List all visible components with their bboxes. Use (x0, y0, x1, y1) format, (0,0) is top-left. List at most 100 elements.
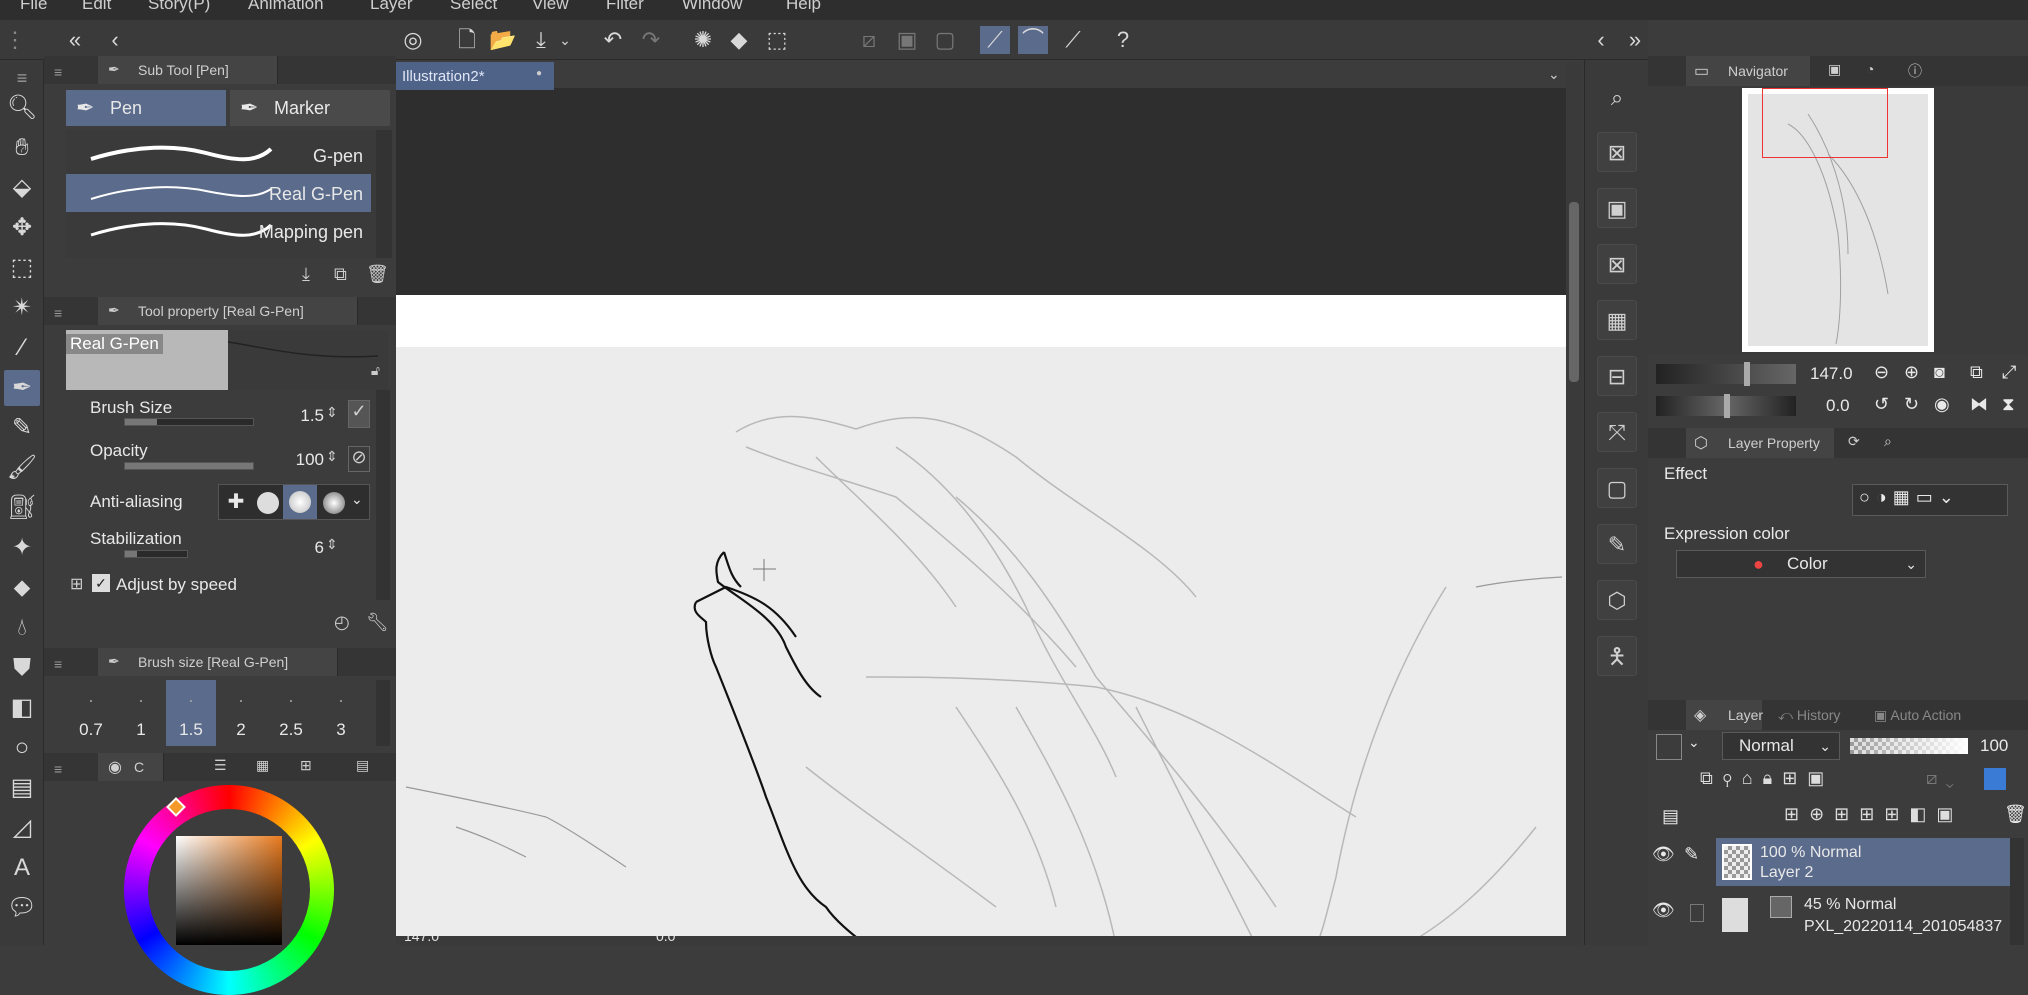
approximate-color-icon[interactable]: ▤ (356, 757, 369, 774)
delete-layer-icon[interactable]: 🗑︎ (2004, 804, 2027, 825)
rotate-left-icon[interactable]: ↺ (1874, 394, 1889, 415)
effect-buttons[interactable]: ○◑▦▭⌄ (1852, 484, 2008, 516)
sub-view-icon[interactable]: ▣ (1828, 61, 1841, 78)
tab-pen[interactable]: ✒︎ Pen (66, 90, 226, 126)
zoom-in-icon[interactable]: ⊕ (1904, 362, 1919, 383)
text-tool-icon[interactable]: A (4, 850, 40, 886)
brush-size-cell[interactable]: 2 (216, 680, 266, 746)
reset-icon[interactable]: ◴ (334, 612, 350, 633)
chevron-down-icon[interactable]: ⌄ (351, 491, 363, 508)
layer-search-icon[interactable]: ⌕ (1884, 433, 1892, 450)
stabilization-value[interactable]: 6 (270, 538, 324, 558)
layer-lock-icons[interactable]: ⧉⚲⌂🔒︎⊞▣ (1700, 768, 1834, 789)
edit-icon[interactable]: ✎ (1597, 524, 1637, 564)
navigator-viewport-frame[interactable] (1762, 88, 1888, 158)
trash-icon[interactable]: 🗑︎ (366, 264, 389, 285)
collapse-left-icon[interactable]: « (60, 26, 90, 54)
search-icon[interactable]: ⌕ (1597, 78, 1637, 118)
rotate-right-icon[interactable]: ↻ (1904, 394, 1919, 415)
pen-edit-icon[interactable]: ✎ (1684, 844, 1699, 865)
magic-wand-icon[interactable]: ✴ (4, 290, 40, 326)
flip-horizontal-icon[interactable]: ⧓ (1970, 394, 1988, 415)
zoom-reset-icon[interactable]: ◙ (1934, 362, 1945, 383)
save-layer-icon[interactable]: ▣ (1597, 188, 1637, 228)
brush-size-tab[interactable]: Brush size [Real G-Pen] (98, 648, 338, 676)
menu-filter[interactable]: Filter (606, 0, 644, 14)
layer-row-layer-2[interactable]: 100 % Normal Layer 2 (1716, 838, 2014, 886)
zoom-tool-icon[interactable]: 🔍︎ (4, 90, 40, 126)
chevron-down-icon[interactable]: ⌄ (1548, 66, 1560, 83)
brush-size-value[interactable]: 1.5 (270, 406, 324, 426)
rotation-value[interactable]: 0.0 (1826, 396, 1850, 416)
stabilization-slider[interactable] (124, 550, 188, 558)
brush-size-cell[interactable]: 1 (116, 680, 166, 746)
clip-studio-icon[interactable]: ◎ (398, 26, 428, 54)
balloon-tool-icon[interactable]: 💬︎ (4, 890, 40, 926)
antialias-weak-icon[interactable] (257, 492, 279, 514)
download-icon[interactable]: ⤓ (302, 264, 310, 285)
copy-icon[interactable]: ⧉ (334, 264, 347, 285)
opacity-toggle-icon[interactable]: ⊘ (348, 446, 370, 472)
stepper-icon[interactable]: ⇕ (326, 536, 338, 553)
expression-color-dropdown[interactable]: ● Color ⌄ (1676, 550, 1926, 578)
fit-icon[interactable]: ⧉ (1970, 362, 1983, 383)
brush-tool-icon[interactable]: 🖌︎ (4, 450, 40, 486)
brush-size-slider[interactable] (124, 418, 254, 426)
snap-special-ruler-icon[interactable]: ⌒ (1018, 26, 1048, 54)
intermediate-color-icon[interactable]: ⊞ (300, 757, 312, 774)
menu-file[interactable]: File (20, 0, 47, 14)
tool-property-scrollbar[interactable] (376, 390, 390, 600)
chevron-left-icon[interactable]: ‹ (1586, 26, 1616, 54)
decoration-tool-icon[interactable]: ✦ (4, 530, 40, 566)
undo-icon[interactable]: ↶ (598, 26, 628, 54)
open-folder-icon[interactable]: 📂 (488, 26, 518, 54)
transform-icon[interactable]: ⤧ (1597, 412, 1637, 452)
chevron-down-icon[interactable]: ⌄ (1688, 734, 1700, 751)
layer-action-icons[interactable]: ⊞⊕⊞⊞⊞◧▣ (1784, 804, 1963, 825)
layer-color-icon[interactable] (1984, 768, 2006, 790)
subtool-tab[interactable]: Sub Tool [Pen] (98, 56, 278, 84)
tab-history[interactable]: ⤺ History (1778, 707, 1840, 724)
antialias-selector[interactable]: ✚ ⌄ (218, 484, 370, 520)
chevron-left-icon[interactable]: ‹ (100, 26, 130, 54)
brush-size-cell-selected[interactable]: 1.5 (166, 680, 216, 746)
move-tool-icon[interactable]: ✥ (4, 210, 40, 246)
visibility-eye-icon[interactable]: 👁︎ (1652, 844, 1675, 865)
layer-opacity-value[interactable]: 100 (1980, 736, 2008, 756)
adjust-speed-label[interactable]: Adjust by speed (116, 575, 237, 595)
collapse-right-icon[interactable]: » (1620, 26, 1650, 54)
frame-border-icon[interactable]: ▤ (4, 770, 40, 806)
snap-ruler-icon[interactable]: ⟋ (980, 26, 1010, 54)
loading-icon[interactable]: ✺ (688, 26, 718, 54)
layout-icon[interactable]: ⊟ (1597, 356, 1637, 396)
brush-list-scrollbar[interactable] (376, 130, 392, 258)
layer-mask-icons[interactable]: ⧄⌄ (1926, 768, 1962, 789)
operation-tool-icon[interactable]: ⬙ (4, 170, 40, 206)
blend-mode-dropdown[interactable]: Normal ⌄ (1722, 732, 1840, 760)
frame-icon[interactable]: ▢ (1597, 468, 1637, 508)
brush-item-mapping-pen[interactable]: Mapping pen (66, 212, 371, 250)
brush-item-g-pen[interactable]: G-pen (66, 136, 371, 174)
menu-edit[interactable]: Edit (82, 0, 111, 14)
info-icon[interactable]: ⓘ (1908, 61, 1922, 81)
blend-tool-icon[interactable]: 💧︎ (4, 610, 40, 646)
wrench-icon[interactable]: 🔧︎ (366, 612, 389, 633)
expand-icon[interactable]: ⊞ (70, 574, 83, 594)
layer-color-swatch[interactable] (1656, 734, 1682, 760)
layer-row-photo[interactable]: 45 % Normal PXL_20220114_201054837 (1716, 892, 2014, 940)
menu-animation[interactable]: Animation (248, 0, 324, 14)
canvas-vertical-scrollbar[interactable] (1566, 62, 1582, 945)
opacity-slider[interactable] (124, 462, 254, 470)
selection-tool-icon[interactable]: ⬚ (4, 250, 40, 286)
snap-grid-icon[interactable]: ⟋ (1058, 26, 1088, 54)
stepper-icon[interactable]: ⇕ (326, 448, 338, 465)
layer-opacity-slider[interactable] (1850, 738, 1968, 754)
antialias-medium-selected[interactable] (283, 485, 317, 519)
figure-icon[interactable]: 🯅 (1597, 636, 1637, 676)
pen-tool-icon[interactable]: ✒︎ (4, 370, 40, 406)
hand-tool-icon[interactable]: ✋︎ (4, 130, 40, 166)
layer-checkbox[interactable] (1690, 904, 1704, 922)
layer-property-tab[interactable]: Layer Property (1686, 428, 1834, 458)
checkbox-adjust-speed[interactable]: ✓ (92, 574, 110, 592)
document-tab[interactable]: Illustration2* ● (396, 62, 554, 90)
